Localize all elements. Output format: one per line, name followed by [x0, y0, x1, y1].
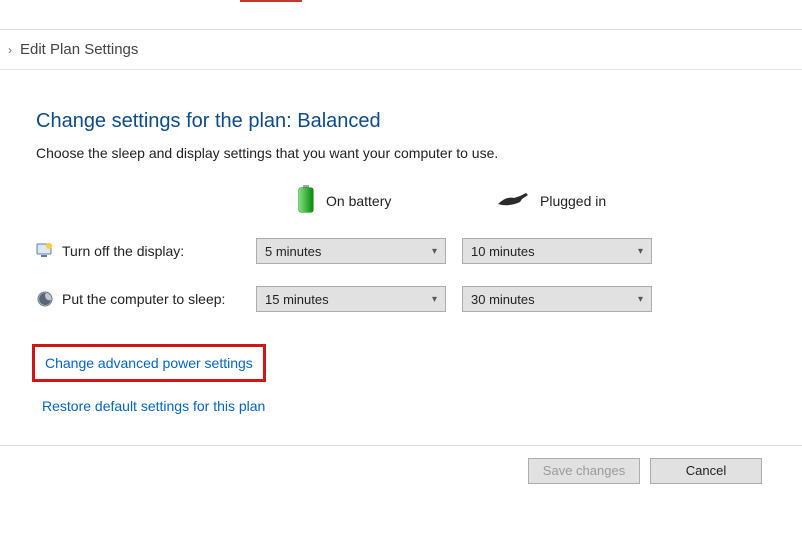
row-label-display: Turn off the display: — [36, 242, 256, 260]
footer: Save changes Cancel — [0, 445, 802, 495]
chevron-down-icon: ▾ — [638, 294, 643, 305]
select-sleep-battery[interactable]: 15 minutes ▾ — [256, 286, 446, 312]
spacer — [36, 185, 296, 216]
chevron-down-icon: ▾ — [432, 294, 437, 305]
save-button: Save changes — [528, 458, 640, 484]
top-strip — [0, 0, 802, 30]
breadcrumb-label: Edit Plan Settings — [20, 41, 138, 58]
link-restore-defaults[interactable]: Restore default settings for this plan — [42, 398, 265, 414]
content: Change settings for the plan: Balanced C… — [0, 70, 802, 414]
header-plugged-in: Plugged in — [496, 185, 696, 216]
select-sleep-plugged-value: 30 minutes — [471, 292, 535, 307]
link-advanced-power-settings[interactable]: Change advanced power settings — [45, 355, 253, 371]
header-on-battery: On battery — [296, 185, 496, 216]
breadcrumb[interactable]: › Edit Plan Settings — [0, 30, 802, 70]
tab-accent — [240, 0, 302, 2]
chevron-down-icon: ▾ — [638, 246, 643, 257]
row-label-display-text: Turn off the display: — [62, 243, 184, 259]
select-sleep-battery-value: 15 minutes — [265, 292, 329, 307]
cancel-button[interactable]: Cancel — [650, 458, 762, 484]
select-display-plugged-value: 10 minutes — [471, 244, 535, 259]
row-label-sleep: Put the computer to sleep: — [36, 290, 256, 308]
battery-icon — [296, 185, 316, 216]
page-title: Change settings for the plan: Balanced — [36, 110, 802, 133]
highlight-box: Change advanced power settings — [32, 344, 266, 382]
select-sleep-plugged[interactable]: 30 minutes ▾ — [462, 286, 652, 312]
cancel-button-label: Cancel — [686, 463, 726, 478]
chevron-right-icon: › — [8, 43, 12, 57]
plug-icon — [496, 190, 530, 211]
row-turn-off-display: Turn off the display: 5 minutes ▾ 10 min… — [36, 238, 802, 264]
select-display-plugged[interactable]: 10 minutes ▾ — [462, 238, 652, 264]
column-headers: On battery Plugged in — [36, 185, 802, 216]
moon-icon — [36, 290, 54, 308]
select-display-battery[interactable]: 5 minutes ▾ — [256, 238, 446, 264]
page-description: Choose the sleep and display settings th… — [36, 145, 802, 161]
header-plugged-in-label: Plugged in — [540, 193, 606, 209]
select-display-battery-value: 5 minutes — [265, 244, 321, 259]
monitor-icon — [36, 242, 54, 260]
save-button-label: Save changes — [543, 463, 625, 478]
row-sleep: Put the computer to sleep: 15 minutes ▾ … — [36, 286, 802, 312]
chevron-down-icon: ▾ — [432, 246, 437, 257]
row-label-sleep-text: Put the computer to sleep: — [62, 291, 225, 307]
header-on-battery-label: On battery — [326, 193, 391, 209]
